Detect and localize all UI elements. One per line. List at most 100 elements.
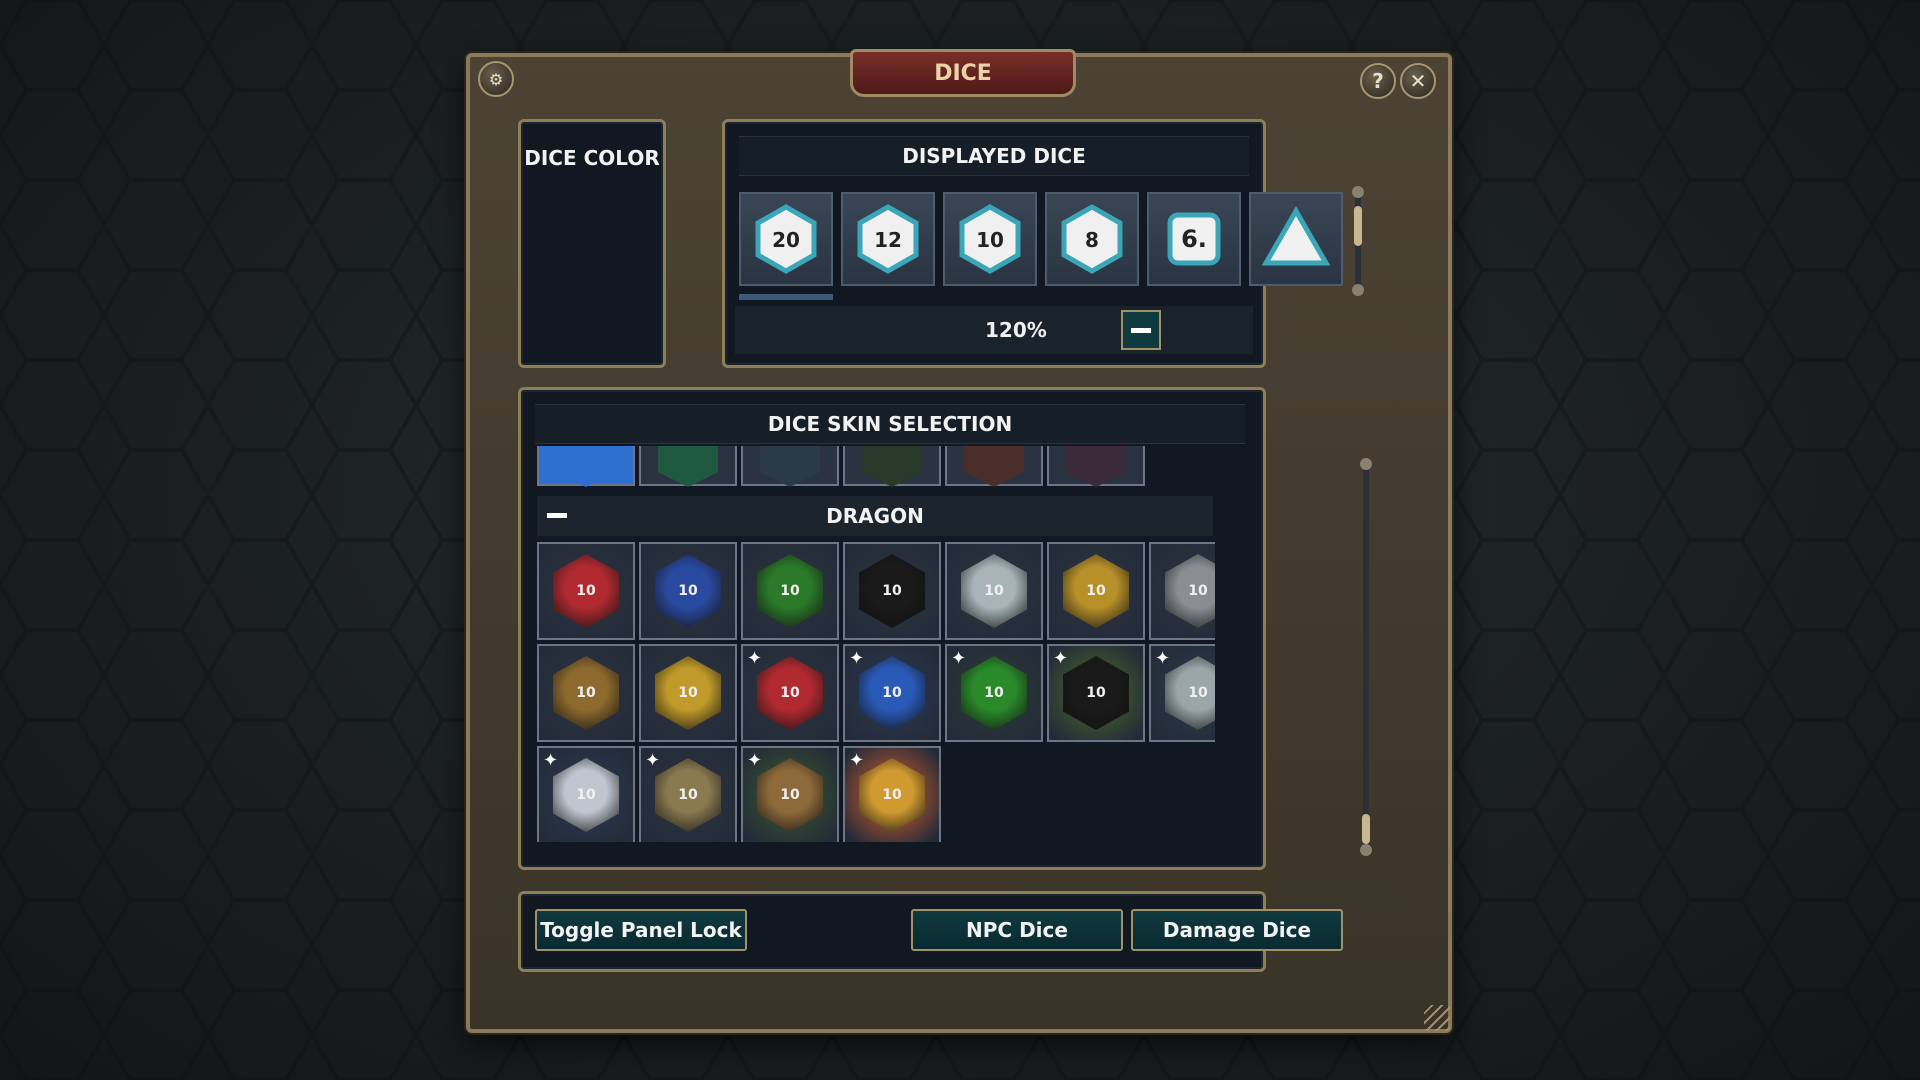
effect-star-icon: ✦ xyxy=(951,648,967,668)
dragon-skin-tile[interactable]: 10 ✦ xyxy=(639,746,737,842)
effect-star-icon: ✦ xyxy=(645,750,661,770)
dragon-skin-tile[interactable]: 10 ✦ xyxy=(741,746,839,842)
die-face-label: 10 xyxy=(678,685,698,701)
dragon-skin-tile[interactable]: 10 ✦ xyxy=(843,644,941,742)
die-face-label: 10 xyxy=(1188,685,1208,701)
dragon-skin-tile[interactable]: 10 ✦ xyxy=(945,644,1043,742)
d12-icon: 12 xyxy=(857,204,919,274)
dragon-group-header[interactable]: DRAGON xyxy=(537,496,1213,536)
effect-star-icon: ✦ xyxy=(849,750,865,770)
dragon-skin-tile[interactable]: 10 ✦ xyxy=(1047,644,1145,742)
dice-skin-heading-bar: DICE SKIN SELECTION xyxy=(535,404,1245,444)
dice-skin-panel: DICE SKIN SELECTION DRAGON 10 10 10 10 10 10 1… xyxy=(518,387,1372,870)
dragon-skin-tile[interactable]: 10 xyxy=(537,644,635,742)
die-face-label: 10 xyxy=(1086,685,1106,701)
displayed-die-tile[interactable]: 8 xyxy=(1045,192,1139,286)
dragon-skin-tile[interactable]: 10 xyxy=(945,542,1043,640)
dragon-die-icon xyxy=(964,446,1024,487)
die-face-label: 10 xyxy=(576,583,596,599)
die-face-label: 10 xyxy=(882,787,902,803)
scale-bar: 120% xyxy=(735,306,1253,354)
die-face-label: 10 xyxy=(576,685,596,701)
d4-icon xyxy=(1261,205,1331,266)
dragon-skin-tile[interactable]: 10 ✦ xyxy=(741,644,839,742)
displayed-dice-heading-bar: DISPLAYED DICE xyxy=(739,136,1249,176)
die-face-label: 12 xyxy=(874,228,902,252)
die-face-label: 10 xyxy=(984,685,1004,701)
dragon-skin-tile[interactable]: 10 ✦ xyxy=(843,746,941,842)
dice-color-heading: DICE COLOR xyxy=(524,146,660,170)
die-face-label: 6. xyxy=(1181,225,1207,253)
dragon-skin-tile[interactable]: 10 xyxy=(639,542,737,640)
scroll-end-knob[interactable] xyxy=(1352,284,1364,296)
damage-dice-button[interactable]: Damage Dice xyxy=(1131,909,1343,951)
dragon-skin-tile[interactable]: 10 xyxy=(1149,542,1215,640)
effect-star-icon: ✦ xyxy=(1155,648,1171,668)
displayed-dice-heading: DISPLAYED DICE xyxy=(902,144,1086,168)
help-button[interactable]: ? xyxy=(1360,63,1396,99)
d6-icon: 6. xyxy=(1167,212,1221,266)
skin-scrollbar[interactable] xyxy=(1360,458,1372,856)
skin-tile-partial[interactable] xyxy=(741,446,839,487)
die-face-label: 10 xyxy=(1086,583,1106,599)
dragon-die-icon xyxy=(1066,446,1126,487)
displayed-die-tile[interactable]: 10 xyxy=(943,192,1037,286)
skin-tile-partial[interactable] xyxy=(537,446,635,487)
displayed-dice-scrollbar[interactable] xyxy=(1352,186,1364,296)
resize-grip-icon[interactable] xyxy=(1424,1005,1450,1031)
settings-emblem-icon[interactable]: ⚙ xyxy=(478,61,514,97)
skin-tile-partial[interactable] xyxy=(843,446,941,487)
displayed-die-tile[interactable]: 6. xyxy=(1147,192,1241,286)
dragon-skin-tile[interactable]: 10 xyxy=(1047,542,1145,640)
die-face-label: 10 xyxy=(882,685,902,701)
dragon-die-icon xyxy=(658,446,718,487)
effect-star-icon: ✦ xyxy=(543,750,559,770)
close-button[interactable]: ✕ xyxy=(1400,63,1436,99)
d10-icon: 10 xyxy=(959,204,1021,274)
die-face-label: 10 xyxy=(678,787,698,803)
dragon-die-icon: 10 xyxy=(961,554,1027,628)
displayed-die-tile[interactable]: 20 xyxy=(739,192,833,286)
skin-grid-viewport: DRAGON 10 10 10 10 10 10 10 10 10 10 10 ✦ 10 ✦ 10 ✦ 10 ✦ 1… xyxy=(535,446,1215,842)
dragon-skin-tile[interactable]: 10 xyxy=(639,644,737,742)
dragon-die-icon: 10 xyxy=(1063,554,1129,628)
scroll-end-knob[interactable] xyxy=(1360,844,1372,856)
dragon-skin-tile[interactable]: 10 ✦ xyxy=(1149,644,1215,742)
dragon-die-icon xyxy=(862,446,922,487)
dragon-skin-tile[interactable]: 10 xyxy=(741,542,839,640)
skin-tile-partial[interactable] xyxy=(639,446,737,487)
dragon-die-icon: 10 xyxy=(1165,554,1215,628)
dragon-die-icon: 10 xyxy=(553,656,619,730)
scale-value: 120% xyxy=(985,318,1047,342)
displayed-dice-panel: DISPLAYED DICE 20 12 10 8 6. 120% xyxy=(722,119,1364,368)
collapse-scale-button[interactable] xyxy=(1121,310,1161,350)
dice-color-panel: DICE COLOR xyxy=(518,119,666,368)
selected-die-indicator xyxy=(739,294,833,300)
npc-dice-button[interactable]: NPC Dice xyxy=(911,909,1123,951)
skin-tile-partial[interactable] xyxy=(1047,446,1145,487)
dragon-skin-tile[interactable]: 10 xyxy=(843,542,941,640)
die-face-label: 10 xyxy=(976,228,1004,252)
die-face-label: 10 xyxy=(780,583,800,599)
dragon-die-icon: 10 xyxy=(553,554,619,628)
scroll-end-knob[interactable] xyxy=(1352,186,1364,198)
scroll-thumb[interactable] xyxy=(1362,814,1370,844)
scroll-thumb[interactable] xyxy=(1354,206,1362,246)
scroll-end-knob[interactable] xyxy=(1360,458,1372,470)
skin-tile-partial[interactable] xyxy=(945,446,1043,487)
effect-star-icon: ✦ xyxy=(849,648,865,668)
die-face-label: 10 xyxy=(780,787,800,803)
dragon-skin-tile[interactable]: 10 xyxy=(537,542,635,640)
displayed-die-tile[interactable]: 12 xyxy=(841,192,935,286)
dragon-die-icon: 10 xyxy=(655,656,721,730)
dragon-skin-tile[interactable]: 10 ✦ xyxy=(537,746,635,842)
d20-icon: 20 xyxy=(755,204,817,274)
displayed-die-tile[interactable] xyxy=(1249,192,1343,286)
collapse-group-icon[interactable] xyxy=(547,513,567,518)
minus-icon xyxy=(1131,327,1151,333)
die-face-label: 10 xyxy=(882,583,902,599)
toggle-panel-lock-button[interactable]: Toggle Panel Lock xyxy=(535,909,747,951)
die-face-label: 8 xyxy=(1085,228,1099,252)
die-face-label: 20 xyxy=(772,228,800,252)
dice-window: DICE ⚙ ? ✕ DICE COLOR DISPLAYED DICE 20 1… xyxy=(466,49,1452,1033)
